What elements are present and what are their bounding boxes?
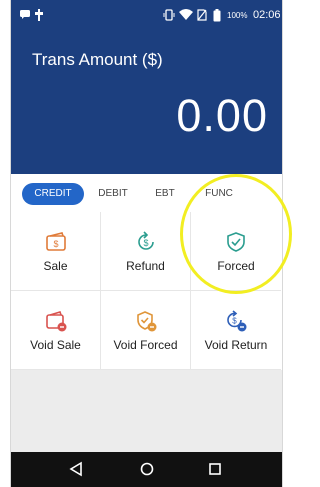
tab-debit[interactable]: DEBIT [91,183,135,205]
refund-label: Refund [126,259,165,273]
sale-button[interactable]: $ Sale [11,212,101,291]
status-clock: 02:06 [253,9,281,21]
void-forced-icon [137,311,157,332]
back-icon[interactable] [69,461,83,477]
void-return-label: Void Return [204,338,268,352]
sale-label: Sale [43,259,68,273]
wifi-icon [179,9,193,20]
tab-credit[interactable]: CREDIT [22,183,84,205]
amount-label: Trans Amount ($) [32,50,163,69]
home-icon[interactable] [139,461,155,477]
refund-icon: $ [138,231,154,250]
vibrate-icon [163,9,175,21]
void-sale-button[interactable]: Void Sale [11,291,101,370]
svg-text:$: $ [53,239,58,249]
void-forced-label: Void Forced [113,338,178,352]
recents-icon[interactable] [208,461,222,477]
svg-text:$: $ [232,317,237,326]
svg-text:$: $ [143,238,148,248]
battery-percentage: 100% [227,11,248,20]
battery-icon [213,9,221,22]
void-return-icon: $ [227,310,247,332]
sale-icon: $ [46,232,66,251]
status-bar: 100% 02:06 [11,0,282,30]
void-forced-button[interactable]: Void Forced [101,291,191,370]
void-return-button[interactable]: $ Void Return [191,291,281,370]
void-sale-icon [46,311,67,332]
tab-ebt[interactable]: EBT [145,183,185,205]
refund-button[interactable]: $ Refund [101,212,191,291]
amount-display: 0.00 [176,90,268,141]
header: 100% 02:06 Trans Amount ($) 0.00 [11,0,282,174]
navigation-bar [11,452,282,487]
highlight-circle [180,174,292,294]
message-icon [20,10,30,19]
usb-icon [35,9,43,21]
no-sim-icon [197,9,207,21]
void-sale-label: Void Sale [30,338,81,352]
